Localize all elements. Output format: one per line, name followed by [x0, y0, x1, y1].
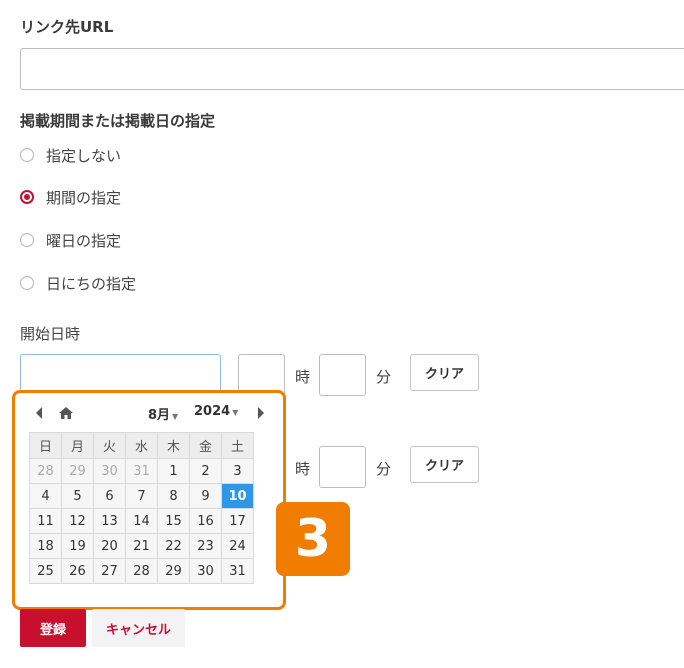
calendar-day[interactable]: 30: [189, 558, 222, 584]
start-hour-unit: 時: [295, 368, 311, 386]
step-number-badge: 3: [276, 502, 350, 576]
calendar-day[interactable]: 29: [61, 458, 94, 484]
calendar-day[interactable]: 22: [157, 533, 190, 559]
prev-month-icon[interactable]: [34, 406, 44, 420]
calendar-day[interactable]: 15: [157, 508, 190, 534]
calendar-day[interactable]: 14: [125, 508, 158, 534]
radio-label: 期間の指定: [46, 188, 122, 207]
weekday-sat: 土: [221, 432, 254, 459]
calendar-day[interactable]: 4: [29, 483, 62, 509]
calendar-day[interactable]: 29: [157, 558, 190, 584]
calendar-day[interactable]: 9: [189, 483, 222, 509]
month-select[interactable]: 8月 ▼: [148, 404, 178, 423]
radio-button[interactable]: [20, 276, 34, 290]
calendar-day[interactable]: 3: [221, 458, 254, 484]
caret-down-icon: ▼: [172, 412, 179, 421]
calendar-day[interactable]: 28: [29, 458, 62, 484]
end-clear-button[interactable]: クリア: [410, 446, 479, 483]
month-value: 8月: [148, 408, 171, 423]
radio-no-spec[interactable]: 指定しない: [20, 144, 121, 166]
calendar-day[interactable]: 1: [157, 458, 190, 484]
end-minute-unit: 分: [376, 460, 392, 478]
calendar-day[interactable]: 26: [61, 558, 94, 584]
start-datetime-label: 開始日時: [20, 325, 81, 343]
calendar-day[interactable]: 18: [29, 533, 62, 559]
weekday-tue: 火: [93, 432, 126, 459]
calendar-week: 11 12 13 14 15 16 17: [29, 508, 254, 534]
next-month-icon[interactable]: [256, 406, 266, 420]
calendar-day[interactable]: 30: [93, 458, 126, 484]
calendar-day[interactable]: 13: [93, 508, 126, 534]
calendar-day[interactable]: 24: [221, 533, 254, 559]
weekday-wed: 水: [125, 432, 158, 459]
calendar-day[interactable]: 25: [29, 558, 62, 584]
calendar-week: 18 19 20 21 22 23 24: [29, 533, 254, 559]
weekday-thu: 木: [157, 432, 190, 459]
end-minute-input[interactable]: [319, 446, 366, 488]
link-url-label: リンク先URL: [20, 18, 114, 36]
radio-label: 曜日の指定: [46, 231, 122, 250]
end-hour-unit: 時: [295, 460, 311, 478]
caret-down-icon: ▼: [232, 408, 239, 417]
calendar-day[interactable]: 5: [61, 483, 94, 509]
calendar-day[interactable]: 17: [221, 508, 254, 534]
radio-button[interactable]: [20, 148, 34, 162]
cancel-button[interactable]: キャンセル: [92, 609, 185, 647]
calendar-day[interactable]: 7: [125, 483, 158, 509]
submit-button[interactable]: 登録: [20, 609, 86, 647]
calendar-week: 28 29 30 31 1 2 3: [29, 458, 254, 484]
weekday-mon: 月: [61, 432, 94, 459]
weekday-row: 日 月 火 水 木 金 土: [29, 432, 254, 459]
start-minute-unit: 分: [376, 368, 392, 386]
radio-button-checked[interactable]: [20, 190, 34, 204]
calendar-day[interactable]: 19: [61, 533, 94, 559]
radio-period[interactable]: 期間の指定: [20, 186, 121, 208]
calendar-day-selected[interactable]: 10: [221, 483, 254, 509]
calendar-day[interactable]: 12: [61, 508, 94, 534]
calendar-day[interactable]: 28: [125, 558, 158, 584]
radio-button[interactable]: [20, 233, 34, 247]
calendar-day[interactable]: 8: [157, 483, 190, 509]
datepicker-header: 8月 ▼ 2024 ▼: [20, 403, 270, 425]
calendar-day[interactable]: 2: [189, 458, 222, 484]
radio-weekday[interactable]: 曜日の指定: [20, 229, 121, 251]
radio-label: 日にちの指定: [46, 274, 137, 293]
start-minute-input[interactable]: [319, 354, 366, 396]
weekday-fri: 金: [189, 432, 222, 459]
calendar-day[interactable]: 6: [93, 483, 126, 509]
home-icon[interactable]: [58, 406, 74, 420]
calendar-day[interactable]: 27: [93, 558, 126, 584]
calendar-day[interactable]: 31: [125, 458, 158, 484]
radio-date[interactable]: 日にちの指定: [20, 272, 136, 294]
calendar-day[interactable]: 23: [189, 533, 222, 559]
calendar-week: 4 5 6 7 8 9 10: [29, 483, 254, 509]
year-value: 2024: [194, 404, 231, 419]
calendar-day[interactable]: 11: [29, 508, 62, 534]
period-label: 掲載期間または掲載日の指定: [20, 112, 216, 130]
calendar-week: 25 26 27 28 29 30 31: [29, 558, 254, 584]
link-url-input[interactable]: [20, 48, 684, 90]
radio-label: 指定しない: [46, 146, 122, 165]
start-clear-button[interactable]: クリア: [410, 354, 479, 391]
calendar-day[interactable]: 21: [125, 533, 158, 559]
calendar-day[interactable]: 31: [221, 558, 254, 584]
weekday-sun: 日: [29, 432, 62, 459]
calendar-day[interactable]: 16: [189, 508, 222, 534]
year-select[interactable]: 2024 ▼: [194, 404, 238, 419]
calendar-grid: 日 月 火 水 木 金 土 28 29 30 31 1 2 3 4 5 6 7 …: [29, 432, 254, 584]
calendar-day[interactable]: 20: [93, 533, 126, 559]
